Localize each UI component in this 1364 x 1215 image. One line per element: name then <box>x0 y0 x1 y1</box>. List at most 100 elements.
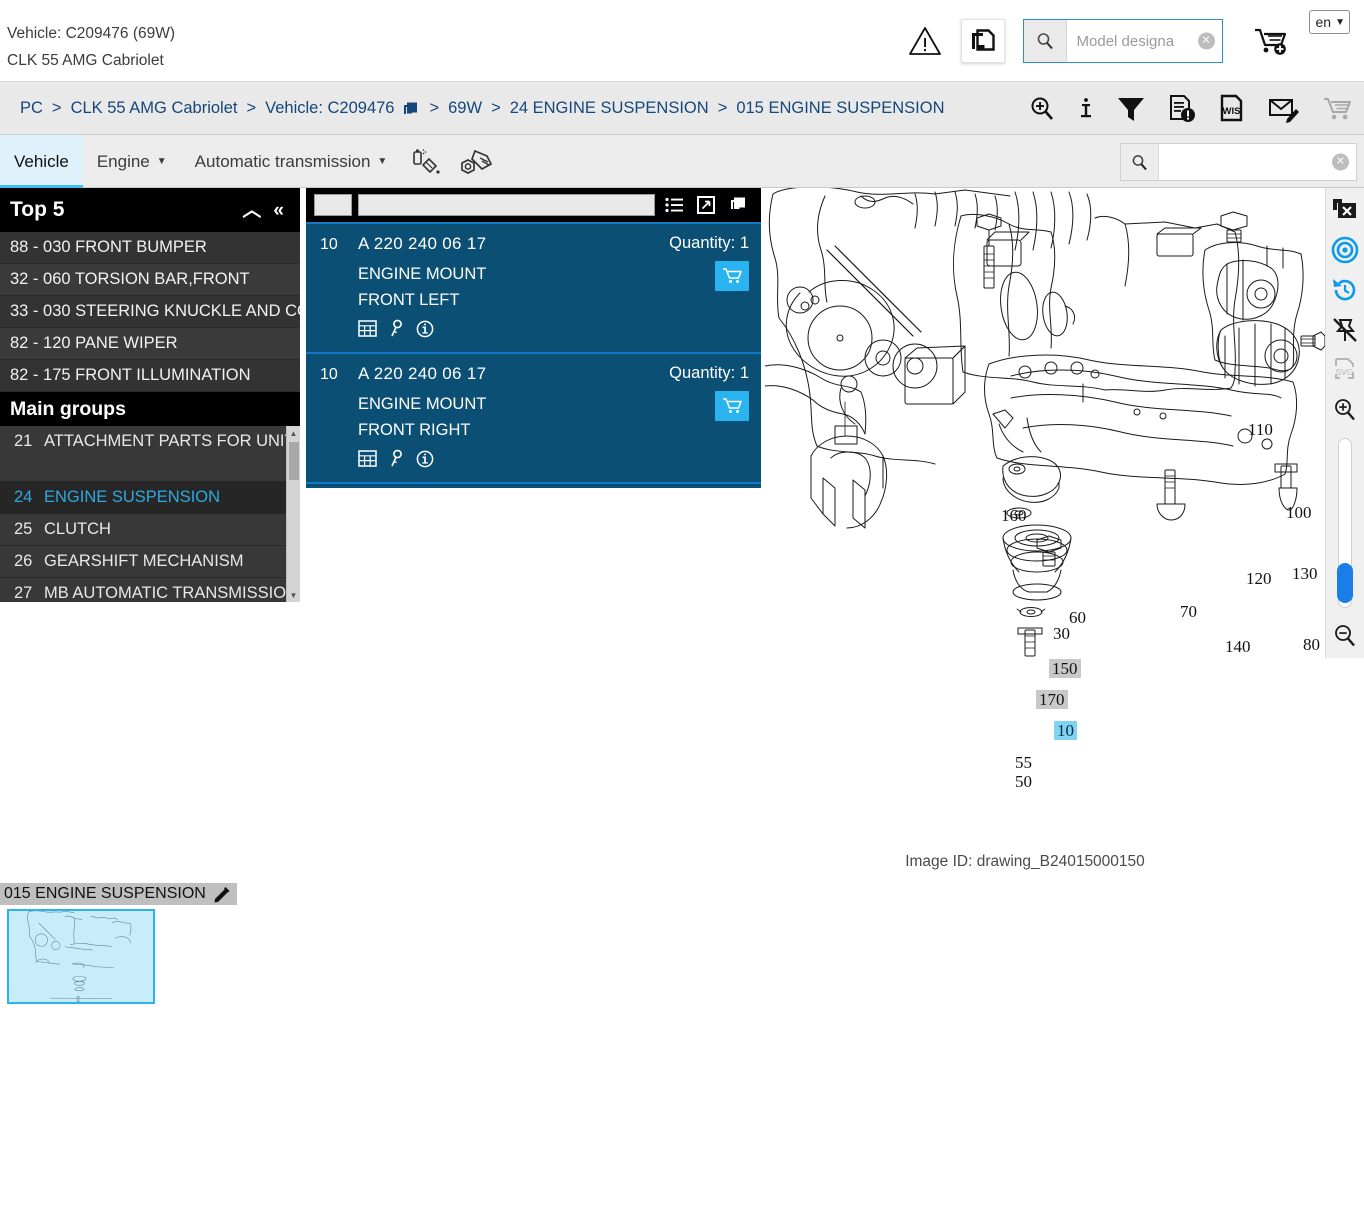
list-view-icon[interactable] <box>661 197 687 213</box>
drawing-callout[interactable]: 100 <box>1283 503 1315 522</box>
scroll-down-arrow-icon[interactable]: ▼ <box>287 588 300 602</box>
tab-vehicle[interactable]: Vehicle <box>0 135 83 188</box>
chevron-up-icon[interactable]: ︿ <box>236 201 267 220</box>
table-grid-icon[interactable] <box>358 320 377 337</box>
paint-spray-icon[interactable] <box>401 135 451 188</box>
part-row[interactable]: 10 A 220 240 06 17 ENGINE MOUNT FRONT LE… <box>306 222 761 352</box>
add-to-cart-icon[interactable] <box>715 261 749 291</box>
drawing-callout[interactable]: 70 <box>1177 602 1200 621</box>
maingroup-item-26[interactable]: 26 GEARSHIFT MECHANISM <box>0 546 286 578</box>
part-details: A 220 240 06 17 ENGINE MOUNT FRONT RIGHT <box>358 364 629 468</box>
vehicle-copy-icon[interactable] <box>402 100 420 118</box>
drawing-callout[interactable]: 160 <box>998 506 1030 525</box>
part-description-2: FRONT LEFT <box>358 291 460 309</box>
drawing-callout[interactable]: 10 <box>1054 721 1077 740</box>
zoom-out-icon[interactable] <box>1329 620 1361 652</box>
chevron-double-left-icon[interactable]: « <box>267 201 290 220</box>
parts-filter-small-input[interactable] <box>314 194 352 216</box>
drawing-callout[interactable]: 55 <box>1012 753 1035 772</box>
search-icon[interactable] <box>1023 20 1067 62</box>
drawing-callout[interactable]: 80 <box>1300 635 1323 654</box>
filter-icon[interactable] <box>1116 95 1146 123</box>
parts-filter-input[interactable] <box>358 194 655 216</box>
document-alert-icon[interactable] <box>1168 94 1196 124</box>
copy-documents-icon[interactable] <box>960 19 1005 63</box>
part-position: 10 <box>320 236 338 253</box>
maingroups-scrollbar[interactable]: ▲ ▼ <box>286 426 300 602</box>
svg-text:SVG: SVG <box>1336 367 1354 377</box>
key-icon[interactable] <box>389 319 404 338</box>
drawing-callout[interactable]: 130 <box>1289 564 1321 583</box>
maingroup-item-24[interactable]: 24 ENGINE SUSPENSION <box>0 482 286 514</box>
breadcrumb-item-subgroup[interactable]: 015 ENGINE SUSPENSION <box>736 99 944 118</box>
drawing-callout[interactable]: 110 <box>1245 420 1276 439</box>
maingroup-item-27[interactable]: 27 MB AUTOMATIC TRANSMISSION <box>0 578 298 602</box>
scrollbar-thumb[interactable] <box>289 442 299 480</box>
breadcrumb-item-group[interactable]: 24 ENGINE SUSPENSION <box>510 99 709 118</box>
language-value: en <box>1315 14 1332 30</box>
info-circle-icon[interactable] <box>416 320 434 338</box>
quantity-value: 1 <box>739 364 749 382</box>
info-icon[interactable] <box>1078 95 1094 123</box>
drawing-callout[interactable]: 150 <box>1049 659 1081 678</box>
tab-bar: Vehicle Engine ▼ Automatic transmission … <box>0 135 1364 188</box>
duplicate-window-icon[interactable] <box>725 196 753 214</box>
breadcrumb-item-code[interactable]: 69W <box>448 99 482 118</box>
scroll-up-arrow-icon[interactable]: ▲ <box>287 426 300 440</box>
drawing-callout[interactable]: 140 <box>1222 637 1254 656</box>
breadcrumb-item-pc[interactable]: PC <box>20 99 43 118</box>
top5-item-2[interactable]: 33 - 030 STEERING KNUCKLE AND CO... <box>0 296 300 328</box>
tab-search[interactable]: ✕ <box>1120 143 1357 181</box>
cart-add-icon[interactable] <box>1245 13 1301 69</box>
email-edit-icon[interactable] <box>1268 95 1300 123</box>
maingroup-item-25[interactable]: 25 CLUTCH <box>0 514 286 546</box>
clear-tab-search-icon[interactable]: ✕ <box>1332 153 1349 171</box>
part-position: 10 <box>320 366 338 383</box>
edit-pencil-icon[interactable] <box>214 886 231 903</box>
subgroup-thumbnail-image[interactable] <box>7 909 155 1004</box>
maingroup-label: ATTACHMENT PARTS FOR UNITS <box>44 432 300 450</box>
search-icon[interactable] <box>1121 144 1159 180</box>
key-icon[interactable] <box>389 449 404 468</box>
part-description-1: ENGINE MOUNT <box>358 265 487 283</box>
tab-engine[interactable]: Engine ▼ <box>83 135 181 188</box>
zoom-slider-knob[interactable] <box>1337 563 1353 603</box>
warning-triangle-icon[interactable] <box>897 13 953 69</box>
zoom-in-icon[interactable] <box>1329 394 1361 426</box>
svg-export-icon[interactable]: SVG <box>1329 354 1361 386</box>
unpin-icon[interactable] <box>1329 314 1361 346</box>
top5-item-4[interactable]: 82 - 175 FRONT ILLUMINATION <box>0 360 300 392</box>
reset-history-icon[interactable] <box>1329 274 1361 306</box>
wis-document-icon[interactable]: WIS <box>1218 94 1246 124</box>
tab-search-input[interactable] <box>1159 144 1356 180</box>
bolt-nut-icon[interactable] <box>451 135 503 188</box>
top5-item-0[interactable]: 88 - 030 FRONT BUMPER <box>0 232 300 264</box>
top5-item-label: 88 - 030 FRONT BUMPER <box>10 238 207 256</box>
language-select[interactable]: en ▼ <box>1308 10 1350 34</box>
model-search[interactable]: ✕ <box>1022 19 1223 63</box>
drawing-callout[interactable]: 30 <box>1050 624 1073 643</box>
table-grid-icon[interactable] <box>358 450 377 467</box>
expand-arrows-icon[interactable] <box>693 196 719 214</box>
top5-item-1[interactable]: 32 - 060 TORSION BAR,FRONT <box>0 264 300 296</box>
info-circle-icon[interactable] <box>416 450 434 468</box>
maingroup-item-21[interactable]: 21 ATTACHMENT PARTS FOR UNITS <box>0 426 300 482</box>
add-to-cart-icon[interactable] <box>715 391 749 421</box>
maingroups-list: 21 ATTACHMENT PARTS FOR UNITS 24 ENGINE … <box>0 426 300 602</box>
zoom-slider[interactable] <box>1337 438 1353 608</box>
zoom-in-icon[interactable] <box>1028 95 1056 123</box>
breadcrumb-item-vehicle[interactable]: Vehicle: C209476 <box>265 99 394 118</box>
drawing-callout[interactable]: 120 <box>1243 569 1275 588</box>
close-image-icon[interactable] <box>1329 194 1361 226</box>
drawing-callout[interactable]: 170 <box>1036 690 1068 709</box>
tab-automatic-transmission[interactable]: Automatic transmission ▼ <box>181 135 402 188</box>
drawing-svg <box>765 188 1325 657</box>
parts-drawing[interactable]: 110 100 120 130 160 70 60 30 140 80 150 170 10 55 50 <box>765 188 1364 791</box>
clear-model-search-icon[interactable]: ✕ <box>1197 32 1215 50</box>
part-row[interactable]: 10 A 220 240 06 17 ENGINE MOUNT FRONT RI… <box>306 352 761 482</box>
shopping-cart-icon[interactable] <box>1322 95 1354 123</box>
drawing-callout[interactable]: 50 <box>1012 772 1035 791</box>
breadcrumb-item-model[interactable]: CLK 55 AMG Cabriolet <box>71 99 238 118</box>
top5-item-3[interactable]: 82 - 120 PANE WIPER <box>0 328 300 360</box>
target-center-icon[interactable] <box>1329 234 1361 266</box>
